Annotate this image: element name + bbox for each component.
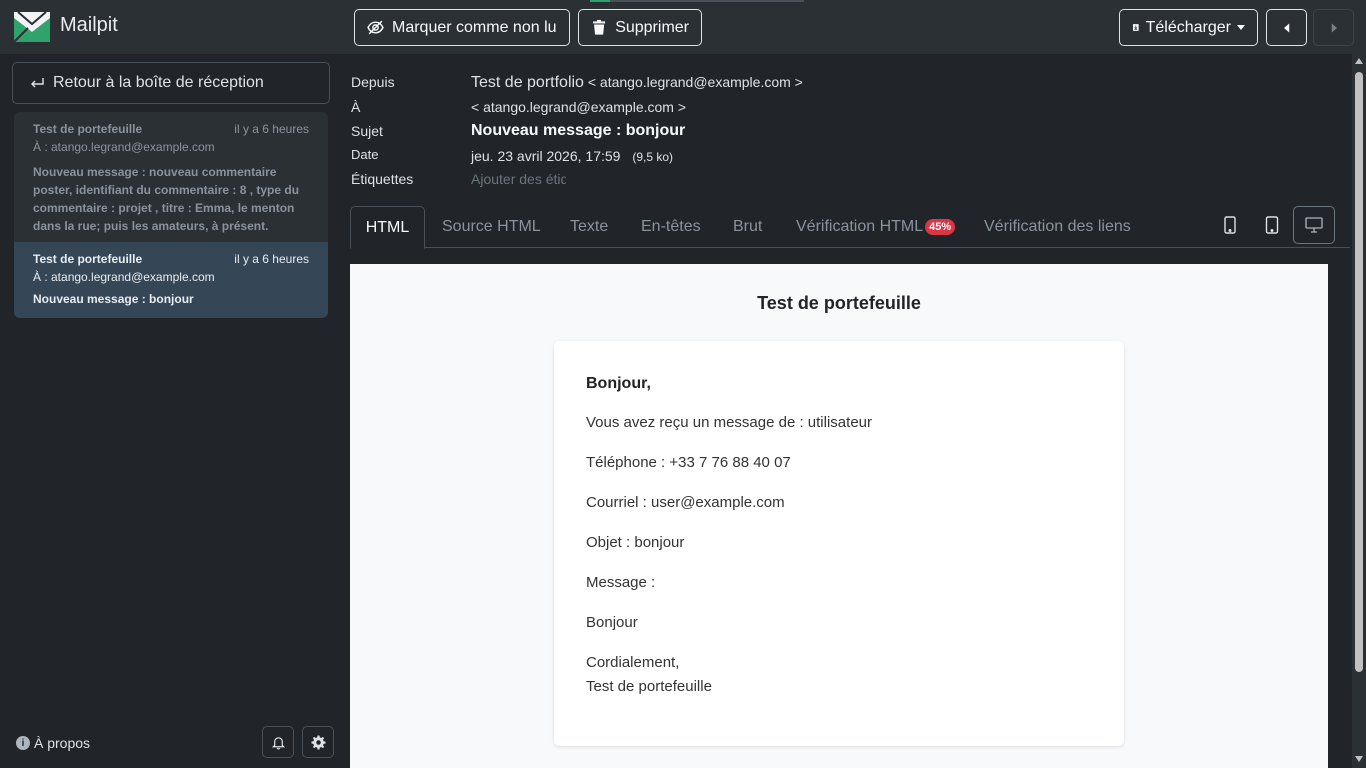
from-email: < atango.legrand@example.com >	[587, 74, 803, 90]
desktop-view-button[interactable]	[1293, 206, 1335, 244]
to-email: < atango.legrand@example.com >	[471, 99, 687, 115]
top-bar: Mailpit Marquer comme non lu Supprimer T…	[0, 0, 1366, 54]
mark-unread-button[interactable]: Marquer comme non lu	[354, 9, 570, 46]
message-to: À : atango.legrand@example.com	[33, 270, 215, 284]
tab-text[interactable]: Texte	[570, 206, 608, 248]
notifications-button[interactable]	[262, 726, 294, 758]
tags-label: Étiquettes	[351, 171, 414, 187]
email-closing-text: Cordialement,	[586, 654, 680, 671]
email-line-message: Message :	[586, 574, 656, 591]
subject-value: Nouveau message : bonjour	[471, 122, 685, 140]
eye-slash-icon	[367, 20, 384, 35]
delete-label: Supprimer	[615, 18, 689, 36]
about-label: À propos	[34, 735, 91, 751]
email-line-body: Bonjour	[586, 614, 638, 631]
tags-input[interactable]: Ajouter des étiquettes	[471, 171, 566, 187]
chevron-down-icon	[1237, 25, 1245, 30]
mailpit-logo-icon[interactable]	[12, 8, 52, 46]
date-text: jeu. 23 avril 2026, 17:59	[471, 148, 621, 164]
phone-view-button[interactable]	[1220, 206, 1240, 244]
email-closing: Cordialement, Test de portefeuille	[586, 651, 1092, 699]
date-value: jeu. 23 avril 2026, 17:59 (9,5 ko)	[471, 148, 673, 164]
about-link[interactable]: i À propos	[16, 735, 90, 751]
from-name: Test de portfolio	[471, 74, 584, 91]
subject-text: Nouveau message : bonjour	[471, 122, 686, 139]
gear-icon	[310, 734, 326, 750]
email-greeting: Bonjour,	[586, 375, 651, 392]
delete-button[interactable]: Supprimer	[578, 9, 702, 46]
message-to: À : atango.legrand@example.com	[33, 140, 215, 154]
email-preview: Test de portefeuille Bonjour, Vous avez …	[350, 264, 1328, 768]
info-icon: i	[16, 736, 30, 750]
email-line-from: Vous avez reçu un message de : utilisate…	[586, 414, 872, 431]
email-line-phone: Téléphone : +33 7 76 88 40 07	[586, 454, 791, 471]
scrollbar[interactable]	[1352, 54, 1366, 768]
tablet-icon	[1265, 216, 1279, 234]
view-tabs: HTML Source HTML Texte En-têtes Brut Vér…	[350, 206, 1350, 249]
tablet-view-button[interactable]	[1262, 206, 1282, 244]
subject-label: Sujet	[351, 123, 383, 139]
bell-icon	[271, 736, 285, 749]
list-item[interactable]: Test de portefeuille il y a 6 heures À :…	[14, 112, 328, 242]
message-subject: Nouveau message : nouveau commentaire po…	[33, 165, 300, 233]
settings-button[interactable]	[302, 726, 334, 758]
next-message-button[interactable]	[1313, 9, 1354, 46]
message-time: il y a 6 heures	[234, 122, 309, 136]
tab-html-check-label: Vérification HTML	[796, 218, 924, 235]
previous-message-button[interactable]	[1266, 9, 1307, 46]
date-label: Date	[351, 147, 379, 162]
message-subject: Nouveau message : bonjour	[33, 292, 194, 306]
scroll-down-arrow-icon[interactable]	[1355, 756, 1363, 762]
mark-unread-label: Marquer comme non lu	[392, 18, 557, 36]
size-text: (9,5 ko)	[632, 150, 674, 164]
phone-icon	[1224, 216, 1236, 234]
tab-headers[interactable]: En-têtes	[641, 206, 701, 248]
download-button[interactable]: Télécharger	[1119, 9, 1258, 46]
email-title: Test de portefeuille	[757, 293, 921, 313]
loading-bar	[590, 0, 804, 2]
email-line-email: Courriel : user@example.com	[586, 494, 785, 511]
to-label: À	[351, 99, 361, 115]
download-label: Télécharger	[1145, 18, 1231, 36]
message-time: il y a 6 heures	[234, 252, 309, 266]
email-line-subject: Objet : bonjour	[586, 534, 685, 551]
file-download-icon	[1132, 24, 1139, 31]
caret-left-icon	[1283, 23, 1289, 32]
return-arrow-icon	[31, 78, 44, 88]
email-signature: Test de portefeuille	[586, 678, 712, 695]
email-card: Bonjour, Vous avez reçu un message de : …	[554, 341, 1124, 746]
back-to-inbox-label: Retour à la boîte de réception	[53, 74, 264, 91]
scrollbar-thumb[interactable]	[1355, 72, 1363, 672]
back-to-inbox-button[interactable]: Retour à la boîte de réception	[12, 62, 330, 104]
app-name[interactable]: Mailpit	[60, 14, 118, 37]
tab-html-source[interactable]: Source HTML	[442, 206, 541, 248]
trash-icon	[593, 19, 606, 35]
tab-html-check[interactable]: Vérification HTML 45%	[796, 206, 956, 248]
scroll-up-arrow-icon[interactable]	[1355, 58, 1363, 64]
tab-raw[interactable]: Brut	[733, 206, 762, 248]
from-label: Depuis	[351, 74, 395, 90]
html-check-score-badge: 45%	[925, 219, 956, 235]
caret-right-icon	[1331, 23, 1337, 32]
from-value: Test de portfolio < atango.legrand@examp…	[471, 74, 803, 92]
tab-html[interactable]: HTML	[350, 206, 425, 249]
list-item-selected[interactable]: Test de portefeuille il y a 6 heures À :…	[14, 242, 328, 318]
tab-link-check[interactable]: Vérification des liens	[984, 206, 1131, 248]
message-list: Test de portefeuille il y a 6 heures À :…	[14, 112, 328, 318]
monitor-icon	[1305, 217, 1323, 233]
